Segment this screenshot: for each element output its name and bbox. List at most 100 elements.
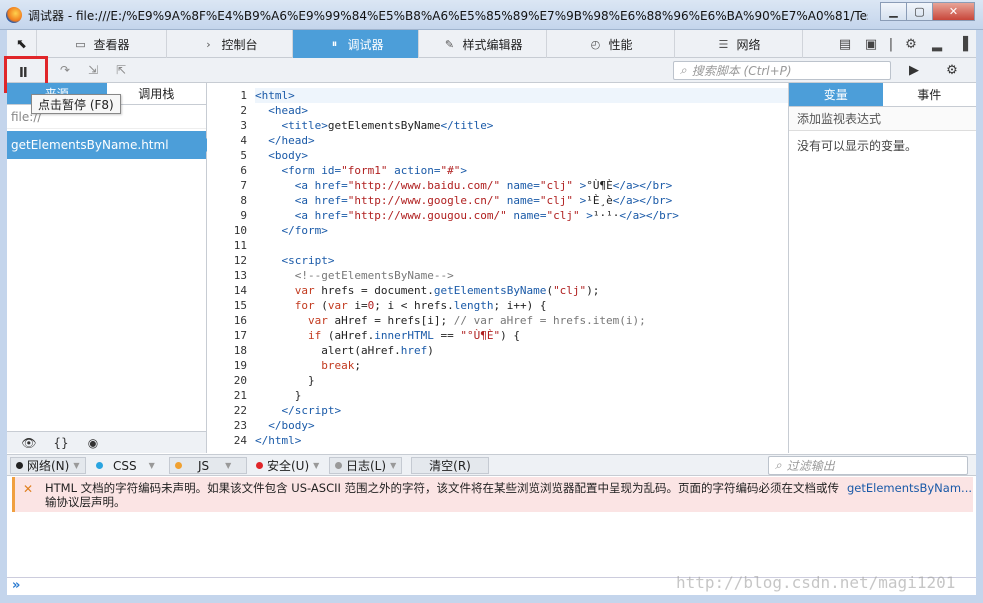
eye-icon[interactable]: 👁 [15,436,43,450]
sources-footer: 👁 {} ◉ [7,431,206,453]
watermark: http://blog.csdn.net/magi1201 [676,573,956,592]
console-message-error: ✕ HTML 文档的字符编码未声明。如果该文件包含 US-ASCII 范围之外的… [12,477,973,512]
element-picker-icon[interactable]: ⬉ [7,30,37,58]
line-number[interactable]: 10 [207,223,249,238]
blackbox-icon[interactable]: ◉ [79,436,107,450]
code-line: } [255,389,302,402]
code-line: var hrefs = document.getElementsByName("… [294,284,600,297]
line-number[interactable]: 2 [207,103,249,118]
line-number[interactable]: 16 [207,313,249,328]
minimize-button[interactable]: ▁ [880,2,907,21]
no-variables-message: 没有可以显示的变量。 [797,139,918,153]
line-number[interactable]: 8 [207,193,249,208]
network-icon: ☰ [718,37,729,51]
line-number[interactable]: 11 [207,238,249,253]
line-number[interactable]: 5 [207,148,249,163]
tab-console[interactable]: › 控制台 [167,30,293,58]
line-number[interactable]: 9 [207,208,249,223]
chevron-down-icon: ▼ [73,461,80,470]
tab-performance[interactable]: ◴ 性能 [547,30,675,58]
pretty-print-icon[interactable]: {} [47,436,75,450]
tab-label: 网络 [736,37,761,52]
filter-css-button[interactable]: CSS ▼ [91,457,160,474]
screenshot-icon[interactable]: ▣ [858,30,884,58]
firefox-icon [6,7,22,23]
dock-bottom-icon[interactable]: ▂ [924,30,950,58]
split-console-icon[interactable]: ▤ [832,30,858,58]
line-number[interactable]: 13 [207,268,249,283]
filter-log-button[interactable]: 日志(L) ▼ [329,457,403,474]
line-number[interactable]: 22 [207,403,249,418]
debugger-icon: ⏸ [331,37,338,50]
filter-output-input[interactable]: ⌕ 过滤输出 [768,456,968,475]
line-number[interactable]: 4 [207,133,249,148]
filter-security-button[interactable]: 安全(U) ▼ [251,457,324,474]
prompt-chevron-icon: » [12,578,21,593]
chevron-down-icon: ▼ [390,461,397,470]
gear-icon[interactable]: ⚙ [898,30,924,58]
code-lines: <html> <head> <title>getElementsByName</… [255,88,788,448]
window-frame-left [0,30,7,603]
line-number[interactable]: 20 [207,373,249,388]
tab-call-stack[interactable]: 调用栈 [107,83,207,104]
line-number-gutter[interactable]: 1 2 3 4 5 6 7 8 9 10 11 12 13 14 15 16 17 18 19 20 21 22 23 24 [207,88,249,448]
line-number[interactable]: 6 [207,163,249,178]
code-line: </script> [281,404,342,417]
filter-label: CSS [113,458,137,473]
style-editor-icon: ✎ [444,37,455,51]
line-number[interactable]: 1 [207,88,249,103]
tab-style-editor[interactable]: ✎ 样式编辑器 [419,30,547,58]
filter-label: 安全(U) [267,459,310,473]
line-number[interactable]: 7 [207,178,249,193]
line-number[interactable]: 19 [207,358,249,373]
line-number[interactable]: 23 [207,418,249,433]
maximize-button[interactable]: ▢ [906,2,933,21]
tab-label: 控制台 [221,37,258,52]
line-number[interactable]: 15 [207,298,249,313]
filter-network-button[interactable]: 网络(N) ▼ [10,457,86,474]
code-line: if (aHref.innerHTML == "°Ù¶È") { [307,329,520,342]
line-number[interactable]: 3 [207,118,249,133]
tab-network[interactable]: ☰ 网络 [675,30,803,58]
filter-js-button[interactable]: JS ▼ [169,457,247,474]
tab-variables[interactable]: 变量 [789,83,883,106]
line-number[interactable]: 18 [207,343,249,358]
line-number[interactable]: 21 [207,388,249,403]
search-placeholder: 搜索脚本 (Ctrl+P) [691,64,792,78]
step-out-icon[interactable]: ⇱ [107,60,135,80]
tab-debugger[interactable]: ⏸ 调试器 [293,30,419,58]
step-over-icon[interactable]: ↷ [51,60,79,80]
dock-side-icon[interactable]: ▐ [950,30,976,58]
code-line: <a href="http://www.baidu.com/" name="cl… [294,179,673,192]
clear-console-button[interactable]: 清空(R) [411,457,489,474]
console-message-source-link[interactable]: getElementsByNam... [847,481,973,495]
code-line: <a href="http://www.gougou.com/" name="c… [294,209,679,222]
sources-pane: 来源 调用栈 file:// getElementsByName.html 👁 … [7,83,213,453]
chevron-down-icon: ▼ [148,461,155,470]
tab-label: 样式编辑器 [462,37,523,52]
line-number[interactable]: 12 [207,253,249,268]
code-line: alert(aHref.href) [255,344,434,357]
step-in-icon[interactable]: ⇲ [79,60,107,80]
performance-icon: ◴ [590,37,601,51]
code-line: <script> [281,254,335,267]
source-file-item[interactable]: getElementsByName.html [7,131,213,159]
line-number[interactable]: 24 [207,433,249,448]
close-button[interactable]: ✕ [932,2,975,21]
script-search-input[interactable]: ⌕ 搜索脚本 (Ctrl+P) [673,61,891,80]
toggle-panes-icon[interactable]: ▶ [901,60,927,80]
tab-label: 查看器 [93,37,130,52]
tab-inspector[interactable]: ▭ 查看器 [37,30,167,58]
tab-events[interactable]: 事件 [883,83,977,106]
line-number[interactable]: 17 [207,328,249,343]
code-line: <title>getElementsByName</title> [281,119,494,132]
tab-label: 调试器 [347,37,384,52]
debugger-options-gear-icon[interactable]: ⚙ [939,60,965,80]
filter-placeholder: 过滤输出 [786,459,835,473]
line-number[interactable]: 14 [207,283,249,298]
add-watch-expression[interactable]: 添加监视表达式 [789,107,976,131]
devtools-tabbar: ⬉ ▭ 查看器 › 控制台 ⏸ 调试器 ✎ 样式编辑器 ◴ 性能 ☰ 网络 ▤ … [7,30,976,58]
code-line: <!--getElementsByName--> [294,269,454,282]
source-editor[interactable]: 1 2 3 4 5 6 7 8 9 10 11 12 13 14 15 16 17 18 19 20 21 22 23 24 … [207,83,788,453]
filter-label: 日志(L) [346,459,387,473]
